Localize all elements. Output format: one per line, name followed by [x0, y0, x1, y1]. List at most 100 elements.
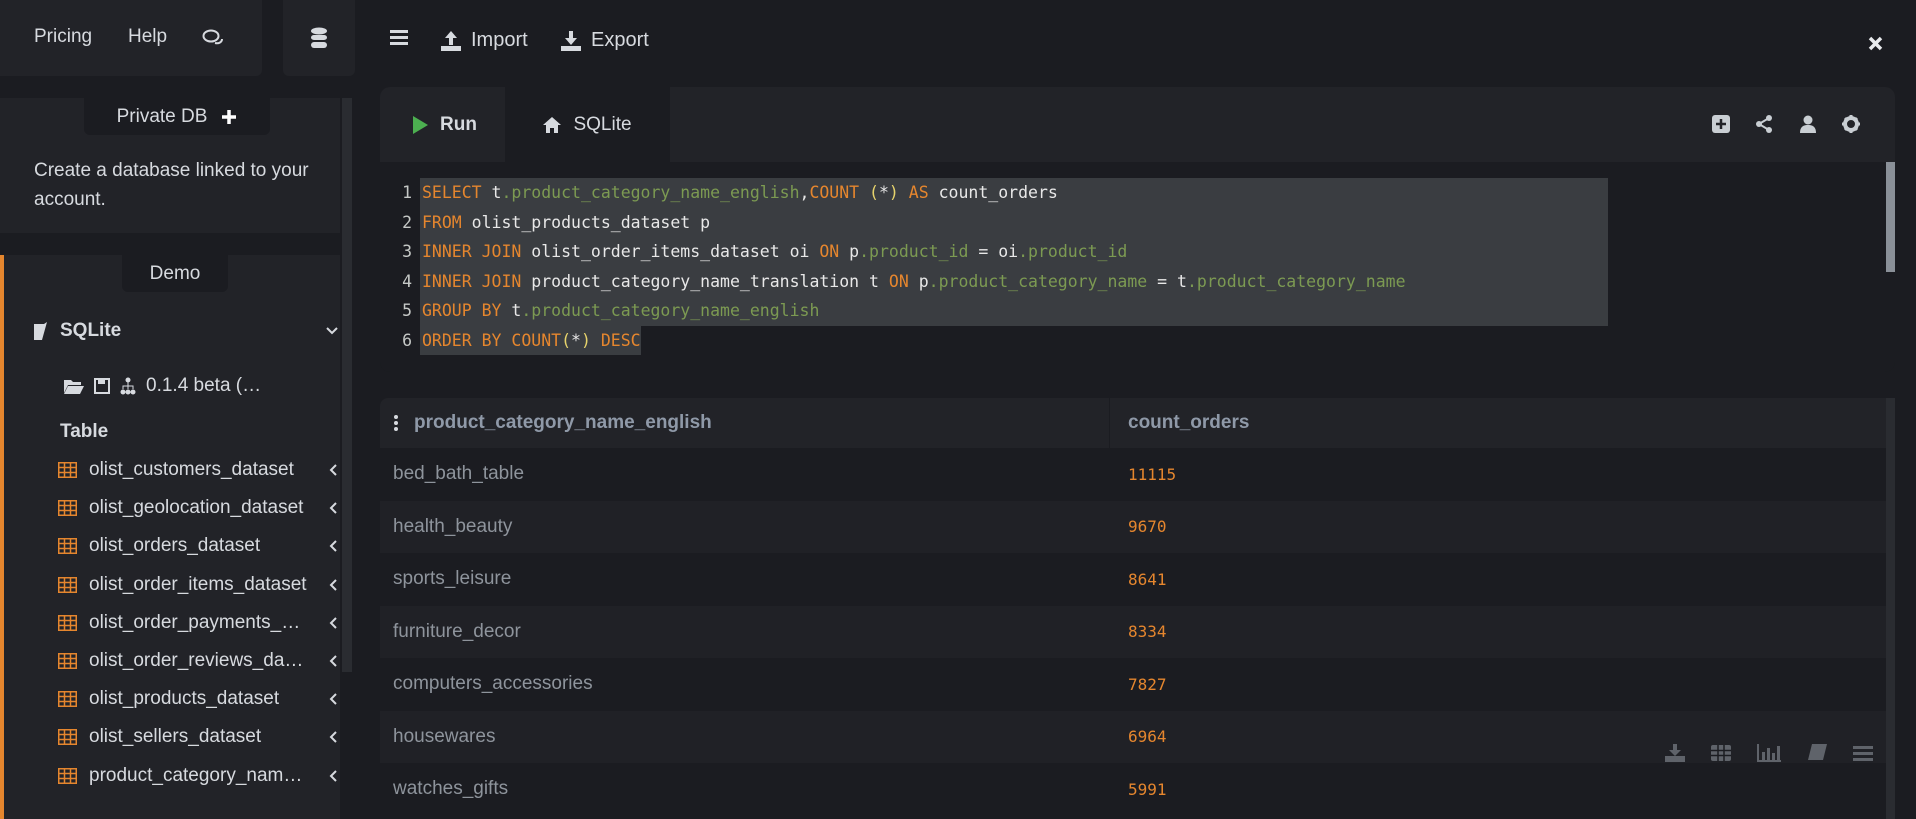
- gear-icon[interactable]: [1842, 115, 1860, 133]
- demo-label: Demo: [149, 262, 201, 284]
- category-cell: housewares: [393, 725, 496, 747]
- chevron-left-icon[interactable]: [328, 769, 338, 783]
- table-icon[interactable]: [1711, 745, 1731, 761]
- export-button[interactable]: Export: [561, 29, 649, 52]
- sidebar-table-item[interactable]: olist_products_dataset: [58, 688, 338, 710]
- category-cell: computers_accessories: [393, 673, 593, 695]
- table-icon: [58, 500, 77, 517]
- folder-open-icon[interactable]: [64, 378, 84, 394]
- count-cell: 11115: [1128, 464, 1177, 484]
- table-icon: [58, 767, 77, 784]
- private-db-description: Create a database linked to your account…: [34, 160, 309, 210]
- sidebar-table-item[interactable]: olist_order_items_dataset: [58, 574, 338, 596]
- user-icon[interactable]: [1800, 115, 1816, 133]
- ellipsis-vertical-icon[interactable]: [394, 415, 398, 431]
- sidebar-table-item[interactable]: olist_orders_dataset: [58, 535, 338, 557]
- top-nav: Pricing Help: [0, 0, 262, 76]
- count-cell: 5991: [1128, 779, 1167, 799]
- table-row[interactable]: furniture_decor 8334: [380, 605, 1895, 658]
- sitemap-icon[interactable]: [120, 377, 136, 395]
- table-icon: [58, 653, 77, 669]
- run-button[interactable]: Run: [413, 87, 477, 162]
- sqlite-db-header[interactable]: SQLite: [34, 320, 339, 342]
- code-text: ORDER BY COUNT(*) DESC: [420, 325, 641, 355]
- code-text: INNER JOIN product_category_name_transla…: [420, 266, 1608, 296]
- import-button[interactable]: Import: [441, 29, 528, 52]
- line-number: 5: [402, 301, 412, 320]
- code-line[interactable]: 1 SELECT t.product_category_name_english,…: [380, 178, 1880, 208]
- code-line[interactable]: 2 FROM olist_products_dataset p: [380, 207, 1880, 237]
- chevron-left-icon[interactable]: [328, 501, 338, 515]
- chevron-left-icon[interactable]: [328, 539, 338, 553]
- sql-editor[interactable]: 1 SELECT t.product_category_name_english,…: [380, 178, 1880, 355]
- chevron-left-icon[interactable]: [328, 692, 338, 706]
- line-number: 6: [402, 330, 412, 350]
- table-icon: [58, 691, 77, 708]
- table-row[interactable]: watches_gifts 5991: [380, 763, 1895, 816]
- private-db-button[interactable]: Private DB: [84, 98, 270, 135]
- results-scrollbar[interactable]: [1886, 398, 1895, 819]
- chevron-left-icon[interactable]: [328, 616, 338, 630]
- chevron-left-icon[interactable]: [328, 578, 338, 592]
- sidebar-table-item[interactable]: olist_sellers_dataset: [58, 726, 338, 748]
- table-name: olist_order_items_dataset: [89, 573, 307, 595]
- table-icon: [58, 538, 77, 555]
- import-label: Import: [471, 29, 528, 51]
- book-icon[interactable]: [1807, 744, 1827, 762]
- line-number: 4: [402, 271, 412, 291]
- category-cell: furniture_decor: [393, 620, 521, 642]
- list-icon[interactable]: [1853, 745, 1873, 761]
- column-header[interactable]: count_orders: [1128, 412, 1249, 434]
- code-line[interactable]: 4 INNER JOIN product_category_name_transl…: [380, 266, 1880, 296]
- comments-icon[interactable]: [202, 28, 224, 54]
- sidebar-table-item[interactable]: olist_customers_dataset: [58, 459, 338, 481]
- menu-button[interactable]: [390, 29, 408, 45]
- table-header: product_category_name_english count_orde…: [380, 398, 1895, 448]
- tab-sqlite[interactable]: SQLite: [505, 87, 670, 162]
- sidebar-scrollbar[interactable]: [342, 98, 352, 672]
- chevron-down-icon[interactable]: [325, 326, 339, 336]
- code-text: SELECT t.product_category_name_english,C…: [420, 178, 1608, 208]
- demo-button[interactable]: Demo: [122, 255, 228, 292]
- pricing-link[interactable]: Pricing: [34, 26, 92, 48]
- sidebar-table-item[interactable]: olist_order_reviews_da…: [58, 650, 338, 672]
- chevron-left-icon[interactable]: [328, 654, 338, 668]
- code-text: FROM olist_products_dataset p: [420, 207, 1608, 237]
- column-header[interactable]: product_category_name_english: [414, 412, 712, 434]
- upload-icon: [441, 30, 461, 51]
- sidebar-table-item[interactable]: product_category_nam…: [58, 765, 338, 787]
- share-icon[interactable]: [1755, 115, 1773, 133]
- table-icon: [58, 576, 77, 593]
- download-icon[interactable]: [1665, 744, 1685, 762]
- line-number: 2: [402, 212, 412, 232]
- close-icon[interactable]: [1868, 36, 1883, 56]
- bars-icon: [390, 30, 408, 45]
- table-name: olist_products_dataset: [89, 688, 280, 710]
- table-row[interactable]: sports_leisure 8641: [380, 553, 1895, 606]
- editor-scrollbar[interactable]: [1886, 162, 1895, 272]
- save-icon[interactable]: [94, 378, 110, 394]
- chevron-left-icon[interactable]: [328, 463, 338, 477]
- table-name: olist_order_payments_…: [89, 611, 301, 633]
- code-line[interactable]: 5 GROUP BY t.product_category_name_englis…: [380, 296, 1880, 326]
- code-line[interactable]: 3 INNER JOIN olist_order_items_dataset oi…: [380, 237, 1880, 267]
- database-button[interactable]: [283, 0, 355, 76]
- tab-label: SQLite: [573, 113, 632, 135]
- results-table: product_category_name_english count_orde…: [380, 398, 1895, 819]
- plus-square-icon[interactable]: [1712, 115, 1730, 133]
- bar-chart-icon[interactable]: [1757, 744, 1781, 762]
- help-link[interactable]: Help: [128, 26, 167, 48]
- download-icon: [561, 30, 581, 51]
- sidebar-table-item[interactable]: olist_order_payments_…: [58, 612, 338, 634]
- table-heading: Table: [60, 421, 109, 442]
- table-row[interactable]: computers_accessories 7827: [380, 658, 1895, 711]
- db-version: 0.1.4 beta (…: [146, 375, 262, 396]
- table-row[interactable]: bed_bath_table 11115: [380, 448, 1895, 501]
- chevron-left-icon[interactable]: [328, 730, 338, 744]
- table-row[interactable]: health_beauty 9670: [380, 500, 1895, 553]
- table-name: product_category_nam…: [89, 764, 303, 786]
- table-icon: [58, 614, 77, 631]
- count-cell: 7827: [1128, 674, 1167, 694]
- code-line[interactable]: 6 ORDER BY COUNT(*) DESC: [380, 325, 1880, 355]
- sidebar-table-item[interactable]: olist_geolocation_dataset: [58, 497, 338, 519]
